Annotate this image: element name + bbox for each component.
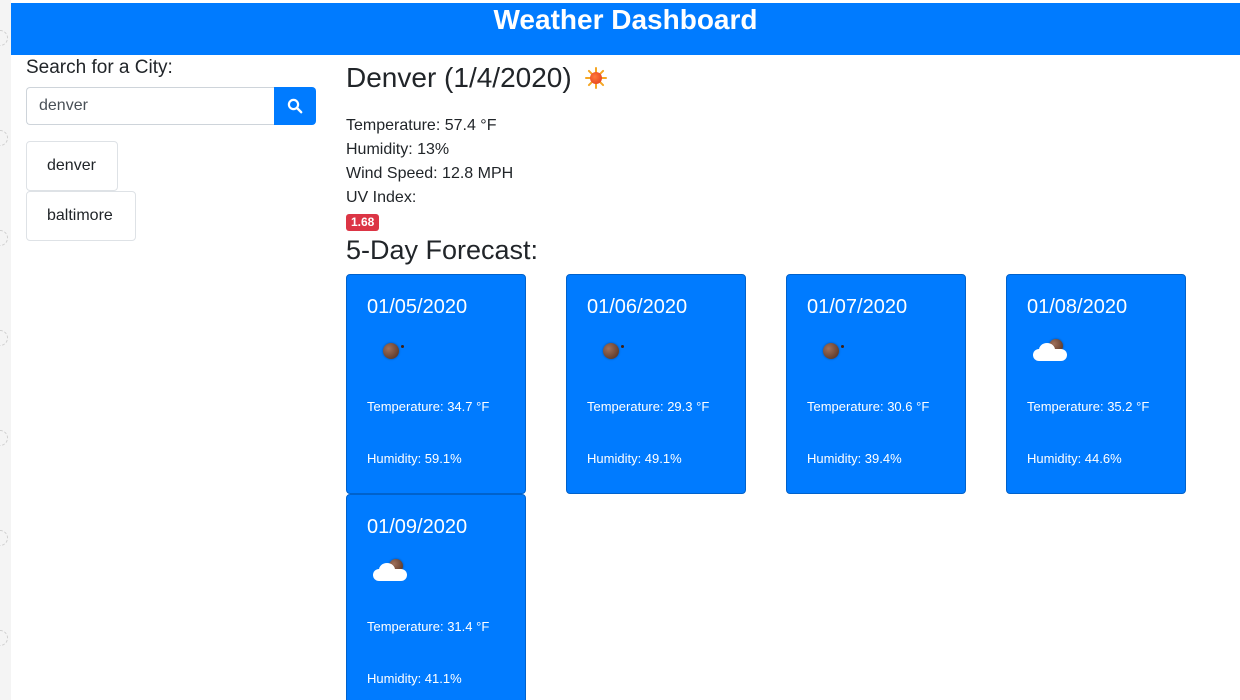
current-wind-speed: Wind Speed: 12.8 MPH — [346, 165, 514, 182]
forecast-temperature: Temperature: 30.6 °F — [807, 399, 930, 414]
cloud-moon-icon — [369, 557, 413, 587]
forecast-temperature: Temperature: 29.3 °F — [587, 399, 710, 414]
forecast-card: 01/05/2020 Temperature: 34.7 °F Humidity… — [346, 274, 526, 494]
forecast-humidity: Humidity: 41.1% — [367, 671, 462, 686]
current-city-heading: Denver (1/4/2020) — [346, 60, 608, 96]
search-label: Search for a City: — [26, 57, 173, 78]
forecast-date: 01/07/2020 — [807, 296, 908, 318]
forecast-card: 01/07/2020 Temperature: 30.6 °F Humidity… — [786, 274, 966, 494]
forecast-humidity: Humidity: 44.6% — [1027, 451, 1122, 466]
sun-watermark-icon — [0, 130, 8, 146]
moon-icon — [589, 337, 633, 367]
page-title: Weather Dashboard — [493, 4, 758, 35]
moon-icon — [809, 337, 853, 367]
forecast-temperature: Temperature: 34.7 °F — [367, 399, 490, 414]
sun-watermark-icon — [0, 430, 8, 446]
forecast-temperature: Temperature: 31.4 °F — [367, 619, 490, 634]
forecast-heading: 5-Day Forecast: — [346, 235, 539, 265]
forecast-card: 01/08/2020 Temperature: 35.2 °F Humidity… — [1006, 274, 1186, 494]
sun-watermark-icon — [0, 30, 8, 46]
sun-icon — [584, 66, 608, 90]
city-search-input[interactable] — [26, 87, 274, 125]
moon-icon — [369, 337, 413, 367]
forecast-date: 01/06/2020 — [587, 296, 688, 318]
sun-watermark-icon — [0, 330, 8, 346]
search-button[interactable] — [274, 87, 316, 125]
forecast-date: 01/05/2020 — [367, 296, 468, 318]
forecast-date: 01/08/2020 — [1027, 296, 1128, 318]
current-temperature: Temperature: 57.4 °F — [346, 117, 497, 134]
current-city-title: Denver (1/4/2020) — [346, 62, 572, 93]
sun-watermark-icon — [0, 630, 8, 646]
current-humidity: Humidity: 13% — [346, 141, 450, 158]
history-city-button[interactable]: denver — [26, 141, 118, 191]
history-city-button[interactable]: baltimore — [26, 191, 136, 241]
sun-watermark-icon — [0, 230, 8, 246]
forecast-temperature: Temperature: 35.2 °F — [1027, 399, 1150, 414]
uv-index-label: UV Index: — [346, 189, 417, 206]
sun-watermark-icon — [0, 530, 8, 546]
background-edge — [0, 0, 11, 700]
forecast-date: 01/09/2020 — [367, 516, 468, 538]
forecast-card: 01/06/2020 Temperature: 29.3 °F Humidity… — [566, 274, 746, 494]
app-header: Weather Dashboard — [11, 3, 1240, 55]
forecast-humidity: Humidity: 59.1% — [367, 451, 462, 466]
search-icon — [287, 98, 303, 114]
cloud-moon-icon — [1029, 337, 1073, 367]
forecast-humidity: Humidity: 39.4% — [807, 451, 902, 466]
forecast-card: 01/09/2020 Temperature: 31.4 °F Humidity… — [346, 494, 526, 700]
forecast-humidity: Humidity: 49.1% — [587, 451, 682, 466]
uv-index-badge: 1.68 — [346, 214, 380, 231]
